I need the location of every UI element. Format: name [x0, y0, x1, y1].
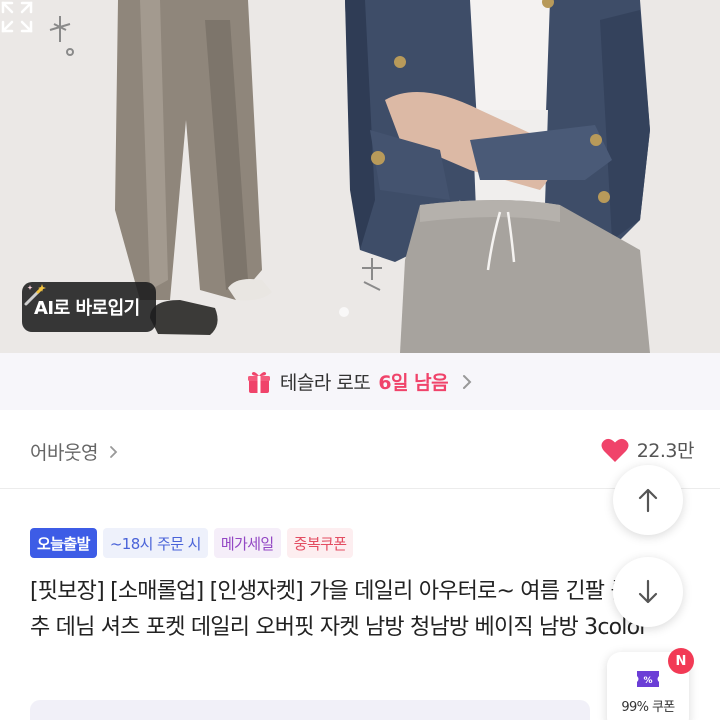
badge-list: 오늘출발 ~18시 주문 시 메가세일 중복쿠폰 [30, 528, 354, 558]
scroll-up-button[interactable] [613, 465, 683, 535]
ai-try-on-button[interactable]: AI로 바로입기 [22, 282, 156, 332]
gift-icon [247, 371, 270, 393]
new-badge: N [668, 648, 694, 674]
magic-wand-icon [24, 284, 46, 306]
badge-today-shipping: 오늘출발 [30, 528, 97, 558]
badge-order-deadline: ~18시 주문 시 [102, 528, 208, 558]
expand-icon[interactable] [0, 0, 34, 34]
ai-try-on-label: AI로 바로입기 [34, 298, 140, 319]
arrow-down-icon [638, 579, 658, 604]
heart-icon [601, 438, 629, 462]
like-count: 22.3만 [636, 440, 695, 462]
shop-name: 어바웃영 [30, 442, 98, 464]
bottom-info-box [30, 700, 590, 720]
product-image[interactable]: AI로 바로입기 [0, 0, 720, 353]
scroll-down-button[interactable] [613, 557, 683, 627]
svg-text:%: % [643, 676, 652, 686]
coupon-ticket-icon: % [637, 671, 659, 687]
badge-double-coupon: 중복쿠폰 [286, 528, 354, 558]
product-title: [핏보장] [소매롤업] [인생자켓] 가을 데일리 아우터로~ 여름 긴팔 롤… [30, 579, 676, 640]
promo-countdown: 6일 남음 [378, 372, 449, 394]
promo-banner[interactable]: 테슬라 로또 6일 남음 [0, 353, 720, 410]
chevron-right-icon [110, 445, 118, 458]
promo-text: 테슬라 로또 [279, 372, 371, 394]
divider [0, 488, 720, 489]
like-button[interactable]: 22.3만 [601, 436, 695, 463]
badge-mega-sale: 메가세일 [213, 528, 281, 558]
coupon-label: 99% 쿠폰 [621, 700, 675, 715]
chevron-right-icon [463, 374, 472, 389]
arrow-up-icon [638, 488, 658, 513]
shop-link[interactable]: 어바웃영 [30, 438, 120, 465]
